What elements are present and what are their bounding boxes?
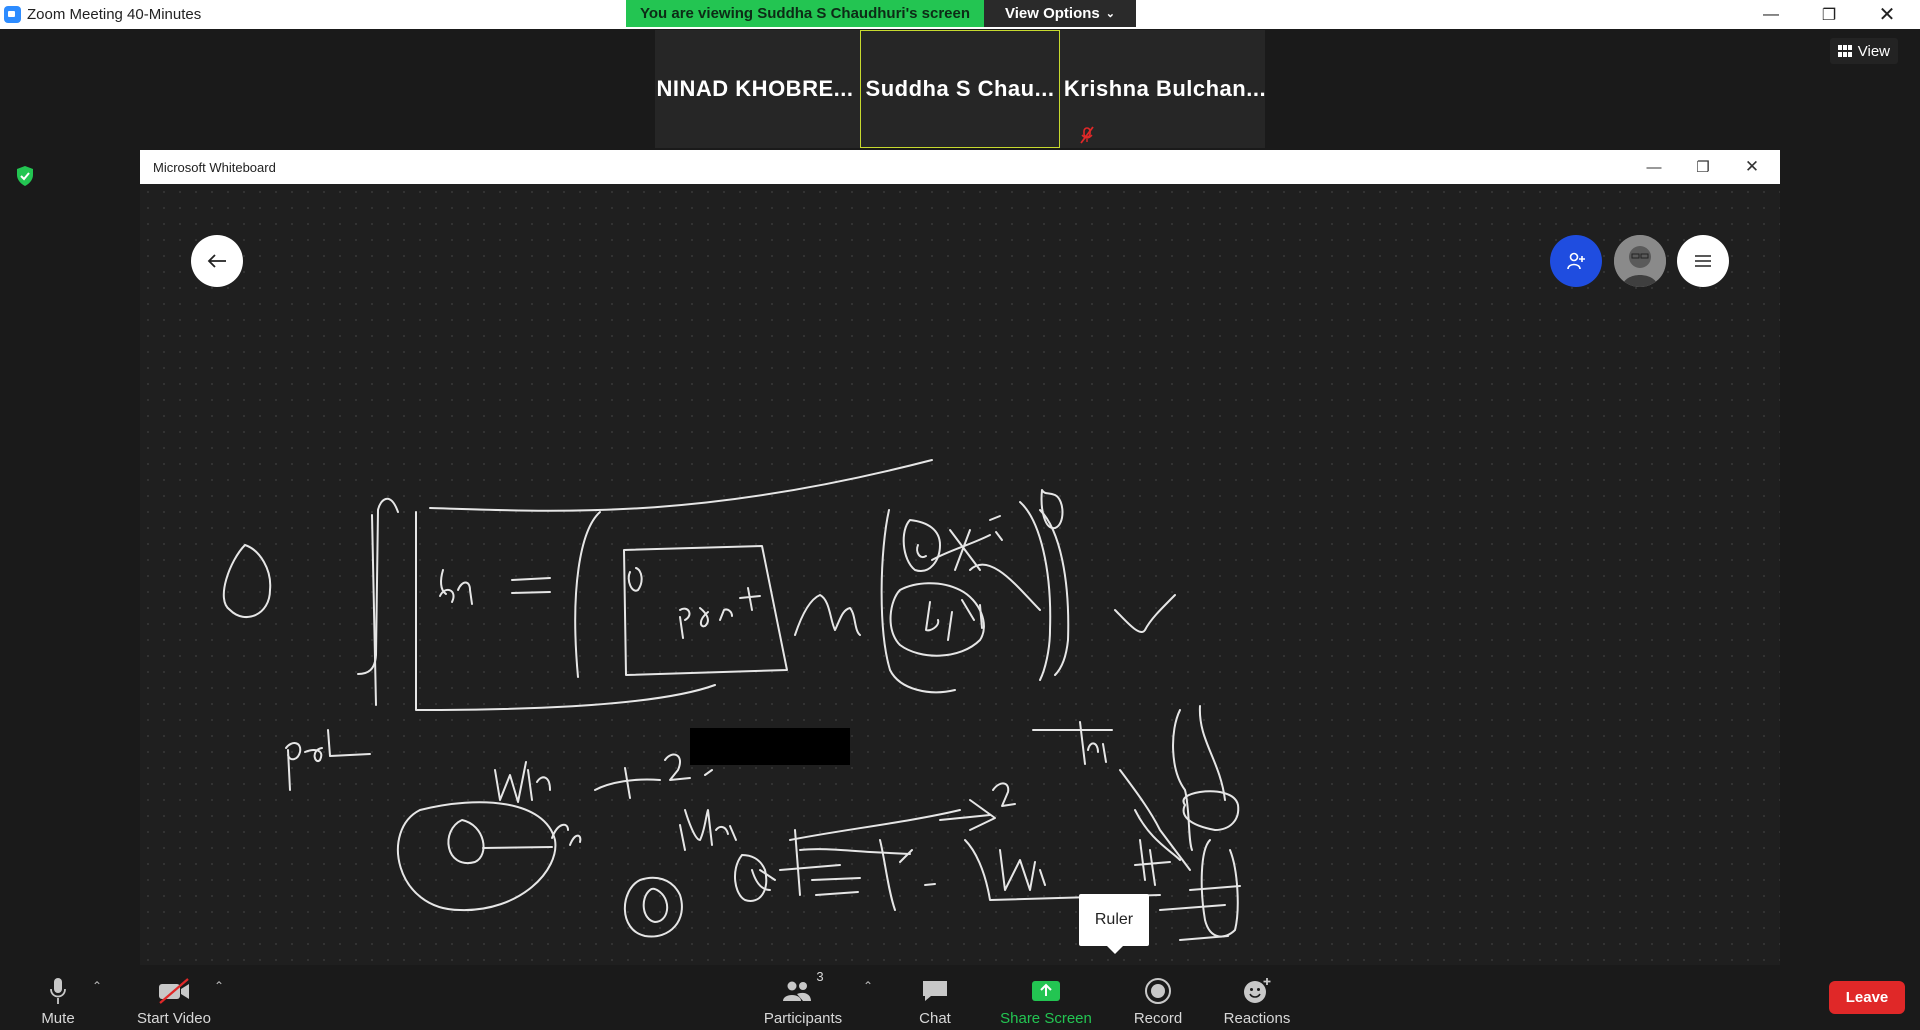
minimize-icon: — [1763, 5, 1779, 23]
meeting-toolbar: Mute ⌃ Start Video ⌃ 3 Participants ⌃ Ch… [0, 965, 1920, 1030]
participants-options-caret[interactable]: ⌃ [863, 979, 873, 993]
encryption-shield-icon[interactable] [15, 165, 35, 187]
restore-button[interactable]: ❐ [1806, 0, 1852, 29]
participant-tile-active[interactable]: Suddha S Chau... [860, 30, 1060, 148]
window-title: Zoom Meeting 40-Minutes [27, 6, 202, 23]
participants-icon [783, 981, 812, 1001]
viewing-screen-banner: You are viewing Suddha S Chaudhuri's scr… [626, 0, 984, 27]
participants-label: Participants [763, 1010, 843, 1027]
audio-options-caret[interactable]: ⌃ [92, 979, 102, 993]
ruler-tooltip: Ruler [1079, 894, 1149, 954]
close-icon: ✕ [1878, 4, 1896, 26]
zoom-title-bar: Zoom Meeting 40-Minutes You are viewing … [0, 0, 1920, 29]
participant-tile[interactable]: Krishna Bulchan... [1065, 30, 1265, 148]
participant-tile[interactable]: NINAD KHOBRE... [655, 30, 855, 148]
chat-button[interactable]: Chat [910, 965, 960, 1030]
video-off-icon [159, 978, 189, 1004]
whiteboard-window: Microsoft Whiteboard — ❐ ✕ [140, 150, 1780, 965]
microphone-icon [50, 978, 66, 1004]
chevron-down-icon: ⌄ [1105, 8, 1115, 20]
zoom-app-icon [4, 6, 21, 23]
leave-button[interactable]: Leave [1829, 981, 1905, 1014]
record-button[interactable]: Record [1128, 965, 1188, 1030]
view-label: View [1857, 42, 1890, 60]
view-layout-button[interactable]: View [1829, 38, 1898, 64]
view-options-button[interactable]: View Options ⌄ [984, 0, 1136, 27]
start-video-label: Start Video [137, 1010, 211, 1027]
reactions-label: Reactions [1223, 1010, 1291, 1027]
reactions-emoji-icon [1244, 978, 1271, 1003]
mute-button[interactable]: Mute [30, 965, 86, 1030]
participants-button[interactable]: 3 Participants [760, 965, 846, 1030]
video-options-caret[interactable]: ⌃ [214, 979, 224, 993]
start-video-button[interactable]: Start Video [132, 965, 216, 1030]
grid-icon [1837, 45, 1852, 57]
participant-name: Suddha S Chau... [865, 76, 1055, 101]
share-screen-button[interactable]: Share Screen [996, 965, 1096, 1030]
record-icon [1145, 978, 1171, 1004]
redacted-box [690, 728, 850, 765]
participant-name: NINAD KHOBRE... [656, 76, 854, 101]
handwritten-ink-layer [222, 459, 1241, 941]
participant-name: Krishna Bulchan... [1065, 76, 1265, 101]
reactions-button[interactable]: Reactions [1222, 965, 1292, 1030]
restore-icon: ❐ [1821, 6, 1837, 24]
muted-mic-icon [1080, 126, 1094, 144]
minimize-button[interactable]: — [1748, 0, 1794, 29]
chat-label: Chat [919, 1010, 951, 1027]
chat-icon [923, 981, 947, 1001]
mute-label: Mute [41, 1010, 75, 1027]
share-screen-label: Share Screen [1000, 1010, 1092, 1027]
close-button[interactable]: ✕ [1864, 0, 1910, 29]
view-options-label: View Options [1005, 5, 1100, 22]
record-label: Record [1133, 1010, 1183, 1027]
participants-count: 3 [816, 969, 824, 984]
share-screen-icon [1032, 981, 1060, 1001]
participant-strip: NINAD KHOBRE... Suddha S Chau... Krishna… [655, 30, 1265, 148]
